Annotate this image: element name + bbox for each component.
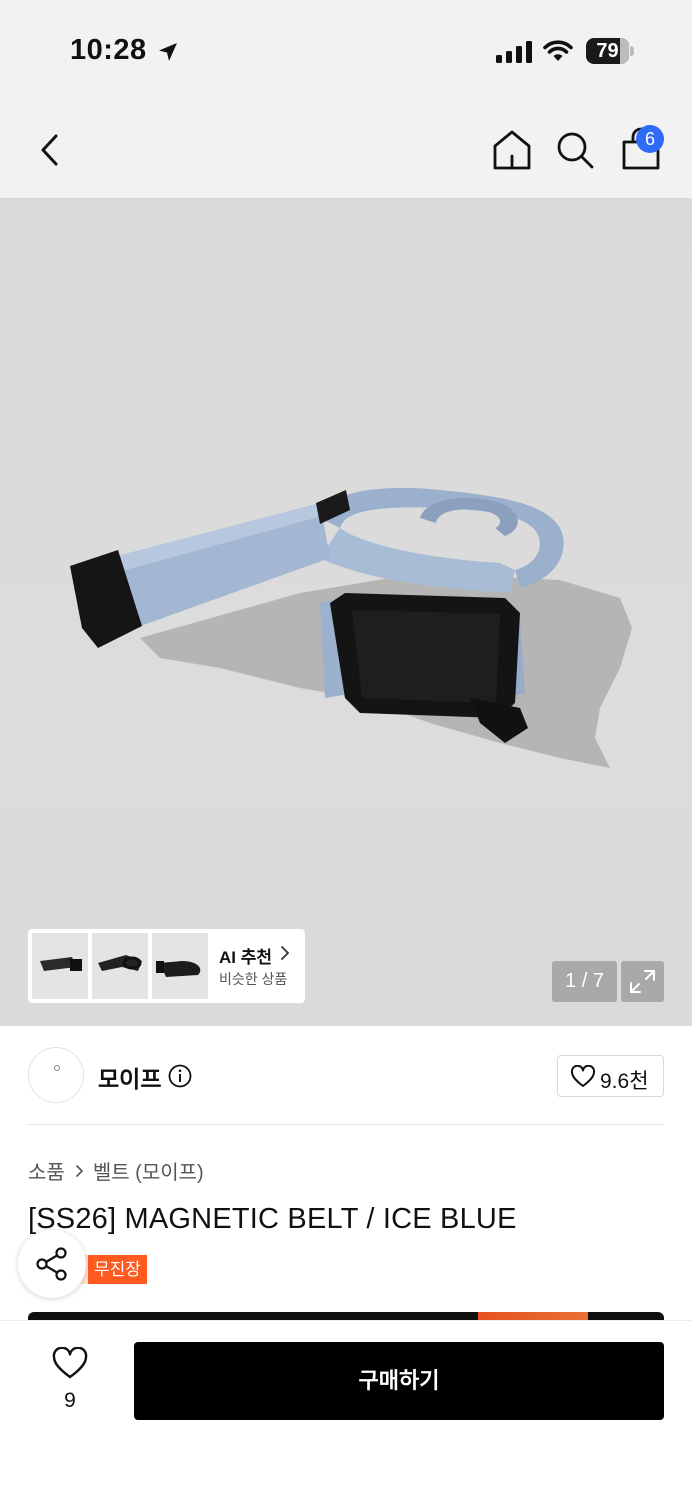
heart-icon	[52, 1347, 88, 1379]
back-chevron-icon[interactable]	[34, 130, 68, 170]
wishlist-count: 9	[64, 1389, 76, 1412]
heart-icon	[570, 1065, 596, 1087]
chevron-right-icon	[281, 946, 290, 960]
product-title: [SS26] MAGNETIC BELT / ICE BLUE	[28, 1203, 517, 1235]
share-icon	[36, 1247, 67, 1281]
signal-bars-icon	[496, 41, 532, 63]
search-icon[interactable]	[554, 129, 596, 171]
share-button[interactable]	[18, 1230, 86, 1298]
breadcrumb: 소품 벨트 (모이프)	[28, 1156, 204, 1185]
location-arrow-icon	[159, 43, 177, 61]
battery-icon: 79	[586, 38, 634, 64]
bottom-purchase-bar: 9 구매하기	[0, 1320, 692, 1500]
expand-image-button[interactable]	[621, 961, 664, 1002]
divider	[28, 1124, 664, 1125]
wishlist-button[interactable]: 9	[38, 1343, 102, 1413]
brand-like-button[interactable]: 9.6천	[557, 1055, 664, 1097]
info-icon[interactable]	[168, 1064, 192, 1088]
brand-logo[interactable]	[28, 1047, 84, 1103]
chevron-right-icon	[75, 1164, 84, 1177]
ai-recommend-title: AI 추천	[219, 948, 273, 967]
brand-name[interactable]: 모이프	[98, 1060, 161, 1094]
breadcrumb-subcategory[interactable]: 벨트 (모이프)	[93, 1156, 204, 1185]
expand-icon	[630, 970, 655, 993]
ai-recommend-subtitle: 비슷한 상품	[219, 971, 288, 987]
product-image-gallery[interactable]	[0, 198, 692, 1026]
wifi-icon	[543, 40, 573, 61]
image-page-counter: 1 / 7	[552, 961, 617, 1002]
similar-product-thumbnail[interactable]	[32, 933, 88, 999]
top-navigation	[0, 100, 692, 198]
status-time: 10:28	[70, 34, 147, 66]
promo-tag-label: 무진장	[88, 1255, 147, 1284]
cart-count-badge: 6	[636, 125, 664, 153]
similar-product-thumbnail[interactable]	[152, 933, 208, 999]
status-bar: 10:28 79	[0, 0, 692, 100]
home-icon[interactable]	[490, 128, 534, 172]
buy-button[interactable]: 구매하기	[134, 1342, 664, 1420]
similar-product-thumbnail[interactable]	[92, 933, 148, 999]
brand-row: 모이프 9.6천	[0, 1044, 692, 1108]
breadcrumb-category[interactable]: 소품	[28, 1156, 65, 1185]
product-image	[70, 487, 632, 768]
ai-recommendation-card[interactable]: AI 추천 비슷한 상품	[28, 929, 305, 1003]
battery-level: 79	[596, 40, 619, 62]
brand-like-count: 9.6천	[600, 1070, 649, 1093]
